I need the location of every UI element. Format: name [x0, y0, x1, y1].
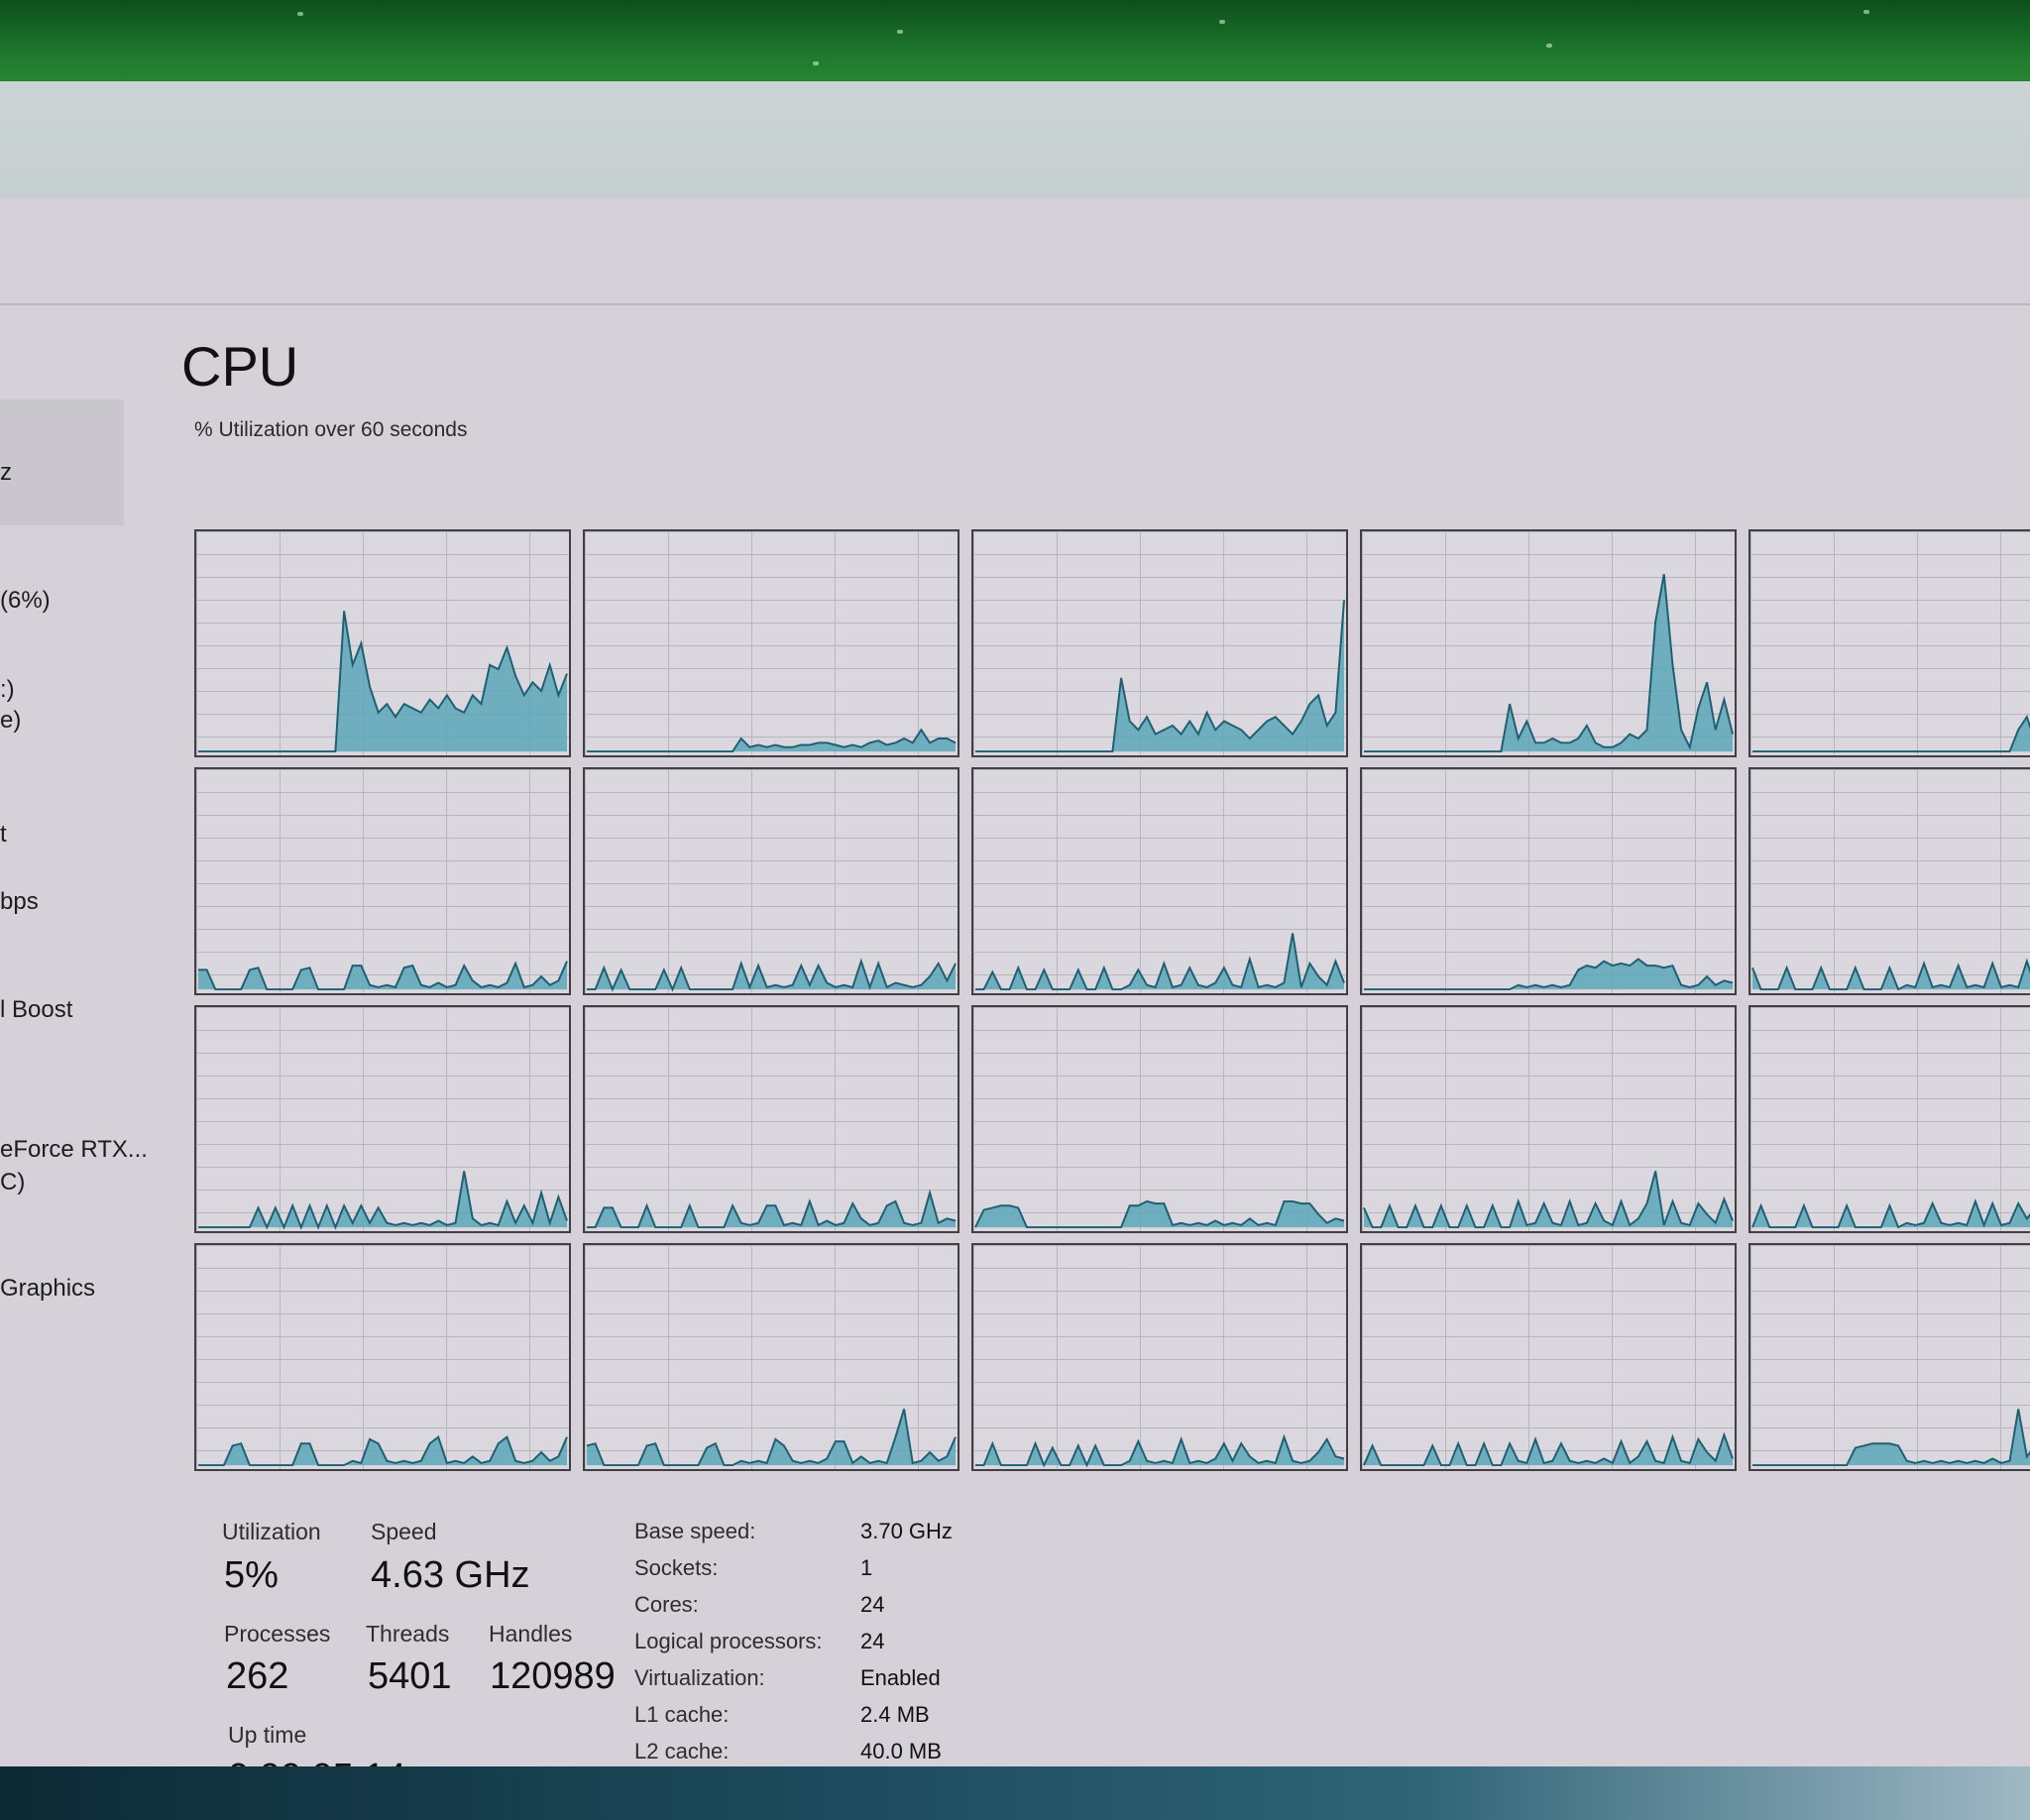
utilization-label: Utilization	[222, 1519, 321, 1544]
sidebar-item-cpu-label: z	[0, 459, 12, 486]
sidebar-item-disk-label[interactable]: :)	[0, 676, 15, 704]
core-graph	[583, 767, 959, 995]
core-graph	[971, 1005, 1348, 1233]
core-usage-area	[1363, 1171, 1734, 1228]
spec-label: L1 cache:	[634, 1702, 730, 1727]
spec-label: Virtualization:	[634, 1665, 765, 1690]
title-bar[interactable]	[0, 81, 2030, 199]
core-graph	[1748, 767, 2030, 995]
spec-label: Sockets:	[634, 1555, 719, 1580]
uptime-label: Up time	[228, 1722, 307, 1748]
core-usage-area	[586, 1193, 957, 1228]
core-usage-line	[1751, 714, 2030, 753]
spec-value: 1	[860, 1555, 873, 1580]
graph-caption: % Utilization over 60 seconds	[194, 418, 468, 441]
spec-value: 40.0 MB	[860, 1739, 942, 1763]
toolbar	[0, 198, 2030, 305]
sidebar-item-gpu-label[interactable]: eForce RTX...	[0, 1136, 148, 1164]
core-graph	[1360, 767, 1737, 995]
desktop-wallpaper-bottom	[0, 1766, 2030, 1820]
core-usage-area	[1751, 1409, 2030, 1466]
task-manager-window: z (6%) :) e) t bps l Boost eForce RTX...…	[0, 81, 2030, 1800]
speed-value: 4.63 GHz	[371, 1554, 530, 1596]
spec-label: Base speed:	[634, 1519, 756, 1543]
spec-value: 3.70 GHz	[860, 1519, 953, 1543]
core-graph	[583, 1243, 959, 1471]
desktop-wallpaper-top	[0, 0, 2030, 94]
core-graph	[1748, 1005, 2030, 1233]
core-usage-area	[974, 600, 1345, 752]
sidebar: z (6%) :) e) t bps l Boost eForce RTX...…	[0, 305, 148, 1763]
core-graph	[583, 529, 959, 757]
spec-value: 2.4 MB	[860, 1702, 930, 1727]
core-usage-area	[197, 961, 568, 990]
core-graph	[1360, 529, 1737, 757]
speed-label: Speed	[371, 1519, 437, 1544]
core-usage-area	[1751, 717, 2030, 752]
core-usage-area	[586, 961, 957, 990]
sidebar-item-gpu-sub: C)	[0, 1169, 26, 1195]
core-graph	[583, 1005, 959, 1233]
handles-value: 120989	[490, 1655, 616, 1697]
core-graph	[194, 767, 571, 995]
cpu-core-graphs	[194, 529, 2030, 1473]
handles-label: Handles	[489, 1621, 573, 1647]
sidebar-item-network-label[interactable]: t	[0, 821, 7, 849]
core-usage-area	[197, 611, 568, 752]
core-graph	[1360, 1243, 1737, 1471]
sidebar-item-network-speed: bps	[0, 888, 39, 915]
core-graph	[194, 1005, 571, 1233]
core-graph	[1360, 1005, 1737, 1233]
core-graph	[971, 767, 1348, 995]
core-usage-area	[974, 933, 1345, 990]
sidebar-item-memory-label[interactable]: (6%)	[0, 587, 51, 615]
threads-value: 5401	[368, 1655, 452, 1697]
core-graph	[1748, 1243, 2030, 1471]
sidebar-item-boost-label[interactable]: l Boost	[0, 996, 72, 1024]
sidebar-item-cpu[interactable]	[0, 399, 124, 525]
page-title: CPU	[181, 335, 299, 398]
processes-label: Processes	[224, 1621, 331, 1647]
spec-value: 24	[860, 1629, 885, 1653]
core-usage-area	[1363, 574, 1734, 752]
spec-value: 24	[860, 1592, 885, 1617]
core-graph	[1748, 529, 2030, 757]
spec-value: Enabled	[860, 1665, 941, 1690]
sidebar-item-graphics-label[interactable]: Graphics	[0, 1275, 95, 1303]
spec-label: Cores:	[634, 1592, 699, 1617]
sidebar-item-disk-sub: e)	[0, 707, 22, 734]
core-graph	[971, 529, 1348, 757]
threads-label: Threads	[366, 1621, 450, 1647]
core-graph	[194, 1243, 571, 1471]
spec-label: L2 cache:	[634, 1739, 730, 1763]
processes-value: 262	[226, 1655, 289, 1697]
core-usage-area	[974, 1200, 1345, 1228]
core-graph	[971, 1243, 1348, 1471]
spec-label: Logical processors:	[634, 1629, 823, 1653]
utilization-value: 5%	[224, 1554, 279, 1596]
core-graph	[194, 529, 571, 757]
core-usage-line	[974, 600, 1346, 753]
